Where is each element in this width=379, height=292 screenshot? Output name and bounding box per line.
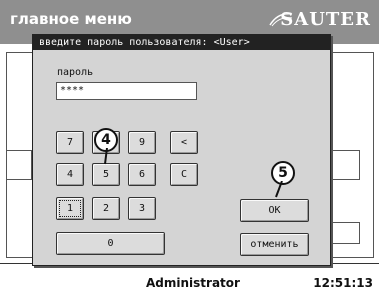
ok-button[interactable]: OK	[240, 199, 309, 222]
password-field[interactable]: ****	[56, 82, 197, 100]
key-7[interactable]: 7	[56, 131, 84, 154]
password-dialog: введите пароль пользователя: <User> паро…	[32, 34, 331, 266]
app-title: главное меню	[10, 10, 132, 28]
clock: 12:51:13	[313, 276, 373, 290]
password-label: пароль	[57, 67, 94, 78]
callout-pointer-5	[275, 181, 283, 198]
key-clear[interactable]: C	[170, 163, 198, 186]
dialog-title: введите пароль пользователя: <User>	[33, 35, 330, 50]
key-1[interactable]: 1	[56, 197, 84, 220]
key-5[interactable]: 5	[92, 163, 120, 186]
key-backspace[interactable]: <	[170, 131, 198, 154]
key-4[interactable]: 4	[56, 163, 84, 186]
key-3[interactable]: 3	[128, 197, 156, 220]
cancel-button[interactable]: отменить	[240, 233, 309, 256]
key-6[interactable]: 6	[128, 163, 156, 186]
brand-logo: SAUTER	[280, 9, 371, 30]
key-2[interactable]: 2	[92, 197, 120, 220]
key-0[interactable]: 0	[56, 232, 165, 255]
callout-pointer-4	[104, 148, 108, 165]
logged-in-user: Administrator	[146, 276, 240, 290]
key-9[interactable]: 9	[128, 131, 156, 154]
background-frame-right-lower	[332, 222, 360, 244]
background-frame-left	[6, 150, 32, 180]
status-bar: Administrator 12:51:13	[0, 263, 379, 292]
background-frame-right	[332, 150, 360, 180]
